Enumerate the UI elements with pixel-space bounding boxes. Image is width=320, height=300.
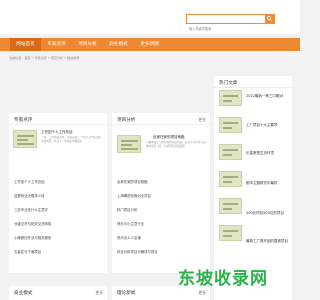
list-item[interactable]: 快乐与小生意行业 [117,221,144,226]
panel-title: 理论新闻 [117,291,136,296]
featured-title[interactable]: 出家在家的项目就跑 [153,135,185,140]
article-thumb[interactable] [219,171,242,187]
panel-title: 商业模式 [14,291,33,296]
featured-title[interactable]: 工作如个人工作总结 [41,130,73,135]
panel-project: 项目分析 更多 出家在家的项目就跑 小编整理了出家在家的项目就跑，适合不同背景与… [112,113,210,273]
divider [214,87,292,88]
main-nav: 网站首页 专家点评 项目分析 商业模式 更多新闻 [0,38,300,51]
search-button[interactable] [265,15,274,23]
featured-image[interactable] [13,130,37,148]
more-link[interactable]: 更多 [95,290,103,296]
list-item[interactable]: 工作如个人工作总结 [14,179,45,184]
list-item[interactable]: 快乐也人人店铺 [117,235,141,240]
watermark: 东坡收录网 [178,269,268,289]
list-item[interactable]: 加盟商业大概多少钱 [14,193,45,198]
list-item[interactable]: 五星定与下面项目 [14,249,41,254]
nav-item-project[interactable]: 项目分析 [72,38,103,51]
nav-item-expert[interactable]: 专家点评 [41,38,72,51]
article-title[interactable]: 都市主题研究中最好 [246,181,278,186]
list-item[interactable]: 上海哪些特殊创业项目 [117,193,151,198]
article-thumb[interactable] [219,144,242,160]
panel-business: 商业模式 更多 [9,286,107,300]
list-item[interactable]: 分级交货与相关交货网络 [14,221,51,226]
list-item[interactable]: 热门项目分析 [117,207,137,212]
more-link[interactable]: 更多 [198,117,206,123]
header [0,0,300,34]
article-title[interactable]: 工厂项目十大主要项 [246,123,278,128]
breadcrumb: 当前位置：首页 » 专家点评 » 项目分析 » 相关推荐 [9,56,80,60]
more-link[interactable]: 更多 [198,290,206,296]
article-thumb[interactable] [219,198,242,214]
article-thumb[interactable] [219,90,242,106]
list-item[interactable]: 出家在家的项目就跑 [117,179,148,184]
panel-title: 热门文章 [219,81,238,86]
search-icon [267,16,272,21]
panel-title: 专家点评 [14,118,33,123]
search-input[interactable] [187,25,265,33]
article-title[interactable]: 乐量宽恶生态环境 [246,151,274,156]
nav-item-home[interactable]: 网站首页 [10,38,41,51]
list-item[interactable]: 综合分析项目可赚钱与项目 [117,249,158,254]
panel-title: 项目分析 [117,118,136,123]
list-item[interactable]: 三亚市业务什么生意好 [14,207,48,212]
nav-item-business[interactable]: 商业模式 [103,38,134,51]
panel-expert: 专家点评 工作如个人工作总结 一年。工作总结范文，全面回顾了一年的工作情况和主要… [9,113,107,273]
article-thumb[interactable] [219,117,242,133]
featured-desc: 一年。工作总结范文，全面回顾了一年的工作情况和主要成果，并为下一年制定明确目标 [41,136,101,143]
nav-item-news[interactable]: 更多新闻 [134,38,165,51]
article-thumb[interactable] [219,225,242,241]
divider [9,124,107,125]
article-title[interactable]: 2022最新一季三口期对 [246,94,283,99]
featured-desc: 小编整理了出家在家的项目就跑，适合不同背景与需求的项目分析，包括经营范围说明 [146,141,206,148]
featured-image[interactable] [117,135,141,153]
search-box [186,14,275,33]
list-item[interactable]: 小微餐饮开业与相关服务 [14,235,51,240]
divider [112,124,210,125]
article-title[interactable]: 500元项目500位的项目 [246,211,284,216]
article-title[interactable]: 最新工厂推开始的直观项目 [246,239,288,244]
